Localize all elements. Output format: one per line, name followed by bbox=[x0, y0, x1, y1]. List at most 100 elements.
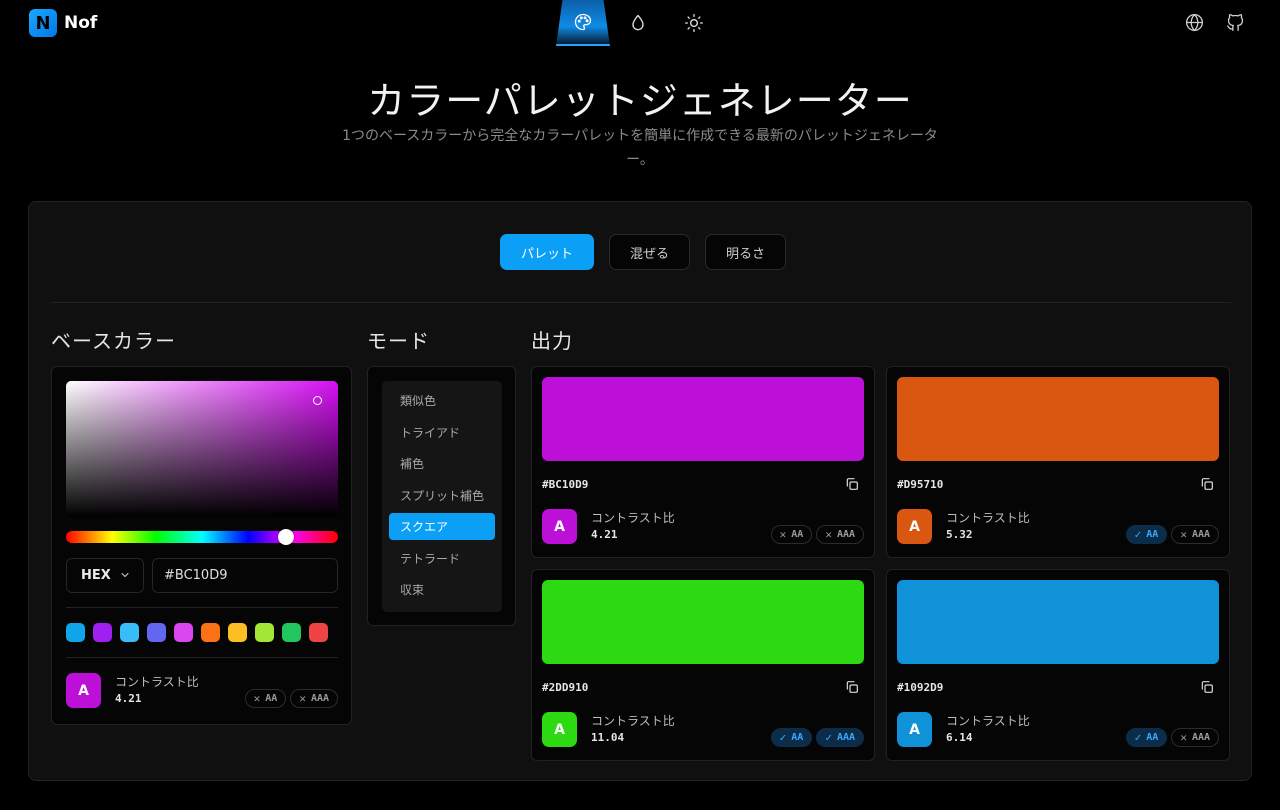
top-bar: N Nof bbox=[0, 0, 1280, 46]
mode-option[interactable]: トライアド bbox=[389, 419, 495, 446]
check-icon: ✓ bbox=[1134, 731, 1142, 744]
mode-option[interactable]: 類似色 bbox=[389, 387, 495, 414]
base-color-card: HEX A コントラスト比 4.21 ✕ AA ✕ AAA bbox=[51, 366, 352, 725]
mode-option[interactable]: スクエア bbox=[389, 513, 495, 540]
contrast-text: コントラスト比 11.04 bbox=[591, 713, 675, 747]
saturation-value-picker[interactable] bbox=[66, 381, 338, 517]
output-contrast-row: A コントラスト比 4.21 ✕ AA ✕ AAA bbox=[542, 509, 864, 544]
mode-title: モード bbox=[367, 329, 430, 353]
divider bbox=[66, 657, 338, 658]
contrast-avatar: A bbox=[542, 712, 577, 747]
color-hex-label: #1092D9 bbox=[897, 681, 944, 694]
contrast-avatar: A bbox=[66, 673, 101, 708]
contrast-text: コントラスト比 6.14 bbox=[946, 713, 1030, 747]
mode-nav bbox=[556, 0, 722, 46]
output-contrast-row: A コントラスト比 6.14 ✓ AA ✕ AAA bbox=[897, 712, 1219, 747]
contrast-avatar: A bbox=[897, 712, 932, 747]
wcag-badge-aaa: ✕ AAA bbox=[816, 525, 864, 544]
hex-input[interactable] bbox=[152, 558, 338, 593]
base-color-title: ベースカラー bbox=[51, 329, 176, 353]
output-title: 出力 bbox=[531, 329, 573, 353]
base-contrast-row: A コントラスト比 4.21 ✕ AA ✕ AAA bbox=[66, 673, 338, 708]
wcag-badge-aa: ✓ AA bbox=[1125, 525, 1168, 544]
globe-icon[interactable] bbox=[1184, 12, 1205, 33]
wcag-badge-aaa: ✓ AAA bbox=[816, 728, 864, 747]
tab-mix[interactable]: 混ぜる bbox=[609, 234, 691, 270]
contrast-avatar: A bbox=[897, 509, 932, 544]
mode-option[interactable]: テトラード bbox=[389, 545, 495, 572]
contrast-text: コントラスト比 5.32 bbox=[946, 510, 1030, 544]
contrast-value: 6.14 bbox=[946, 730, 973, 744]
copy-icon[interactable] bbox=[844, 476, 860, 492]
nav-mix-button[interactable] bbox=[610, 0, 666, 46]
hue-slider[interactable] bbox=[66, 529, 338, 545]
preset-swatch[interactable] bbox=[228, 623, 247, 642]
page-subtitle: 1つのベースカラーから完全なカラーパレットを簡単に作成できる最新のパレットジェネ… bbox=[342, 128, 938, 168]
x-icon: ✕ bbox=[1180, 528, 1187, 541]
preset-swatch[interactable] bbox=[309, 623, 328, 642]
tab-palette[interactable]: パレット bbox=[500, 234, 595, 270]
color-swatch[interactable] bbox=[542, 377, 864, 461]
contrast-value: 4.21 bbox=[115, 691, 142, 705]
wcag-badge-label: AA bbox=[265, 693, 278, 704]
mode-option[interactable]: スプリット補色 bbox=[389, 482, 495, 509]
wcag-badge-aa: ✓ AA bbox=[770, 728, 813, 747]
page-title: カラーパレットジェネレーター bbox=[367, 79, 913, 123]
divider bbox=[51, 302, 1231, 303]
output-color-card: #2DD910 A コントラスト比 11.04 ✓ AA ✓ AAA bbox=[531, 569, 875, 761]
mode-option[interactable]: 収束 bbox=[389, 576, 495, 603]
wcag-badge-label: AAA bbox=[836, 732, 855, 743]
mode-option[interactable]: 補色 bbox=[389, 450, 495, 477]
preset-swatches bbox=[66, 623, 328, 642]
wcag-badge-label: AA bbox=[1146, 529, 1159, 540]
wcag-badges: ✓ AA ✕ AAA bbox=[1125, 728, 1219, 747]
check-icon: ✓ bbox=[825, 731, 832, 744]
contrast-value: 11.04 bbox=[591, 730, 625, 744]
nav-brightness-button[interactable] bbox=[666, 0, 722, 46]
output-color-card: #1092D9 A コントラスト比 6.14 ✓ AA ✕ AAA bbox=[886, 569, 1230, 761]
wcag-badge-aa: ✕ AA bbox=[770, 525, 813, 544]
color-swatch[interactable] bbox=[542, 580, 864, 664]
palette-icon bbox=[574, 13, 592, 31]
preset-swatch[interactable] bbox=[147, 623, 166, 642]
wcag-badge-aa: ✓ AA bbox=[1125, 728, 1168, 747]
x-icon: ✕ bbox=[825, 528, 832, 541]
github-icon[interactable] bbox=[1225, 12, 1246, 33]
wcag-badge-label: AA bbox=[791, 732, 804, 743]
color-swatch[interactable] bbox=[897, 580, 1219, 664]
preset-swatch[interactable] bbox=[282, 623, 301, 642]
preset-swatch[interactable] bbox=[201, 623, 220, 642]
hue-slider-handle[interactable] bbox=[278, 529, 294, 545]
contrast-avatar: A bbox=[542, 509, 577, 544]
nav-palette-button[interactable] bbox=[556, 0, 610, 46]
contrast-label: コントラスト比 bbox=[591, 713, 675, 728]
check-icon: ✓ bbox=[1134, 528, 1142, 541]
copy-icon[interactable] bbox=[1199, 476, 1215, 492]
generator-panel: パレット 混ぜる 明るさ ベースカラー HEX A コントラスト比 4.21 ✕… bbox=[28, 201, 1252, 781]
tab-brightness[interactable]: 明るさ bbox=[705, 234, 787, 270]
wcag-badges: ✓ AA ✕ AAA bbox=[1125, 525, 1219, 544]
header-actions bbox=[1184, 12, 1246, 33]
wcag-badge-aa: ✕ AA bbox=[244, 689, 287, 708]
color-hex-label: #BC10D9 bbox=[542, 478, 589, 491]
preset-swatch[interactable] bbox=[120, 623, 139, 642]
check-icon: ✓ bbox=[779, 731, 787, 744]
x-icon: ✕ bbox=[779, 528, 787, 541]
mode-card: 類似色トライアド補色スプリット補色 スクエアテトラード収束 bbox=[367, 366, 516, 626]
wcag-badge-label: AA bbox=[1146, 732, 1159, 743]
preset-swatch[interactable] bbox=[255, 623, 274, 642]
output-color-card: #D95710 A コントラスト比 5.32 ✓ AA ✕ AAA bbox=[886, 366, 1230, 558]
color-format-select[interactable]: HEX bbox=[66, 558, 144, 593]
preset-swatch[interactable] bbox=[93, 623, 112, 642]
copy-icon[interactable] bbox=[1199, 679, 1215, 695]
copy-icon[interactable] bbox=[844, 679, 860, 695]
mode-list: 類似色トライアド補色スプリット補色 スクエアテトラード収束 bbox=[382, 381, 502, 612]
picker-handle[interactable] bbox=[313, 396, 322, 405]
preset-swatch[interactable] bbox=[174, 623, 193, 642]
output-contrast-row: A コントラスト比 11.04 ✓ AA ✓ AAA bbox=[542, 712, 864, 747]
contrast-label: コントラスト比 bbox=[946, 713, 1030, 728]
app-logo[interactable]: N Nof bbox=[29, 9, 97, 37]
preset-swatch[interactable] bbox=[66, 623, 85, 642]
color-swatch[interactable] bbox=[897, 377, 1219, 461]
contrast-value: 4.21 bbox=[591, 527, 618, 541]
